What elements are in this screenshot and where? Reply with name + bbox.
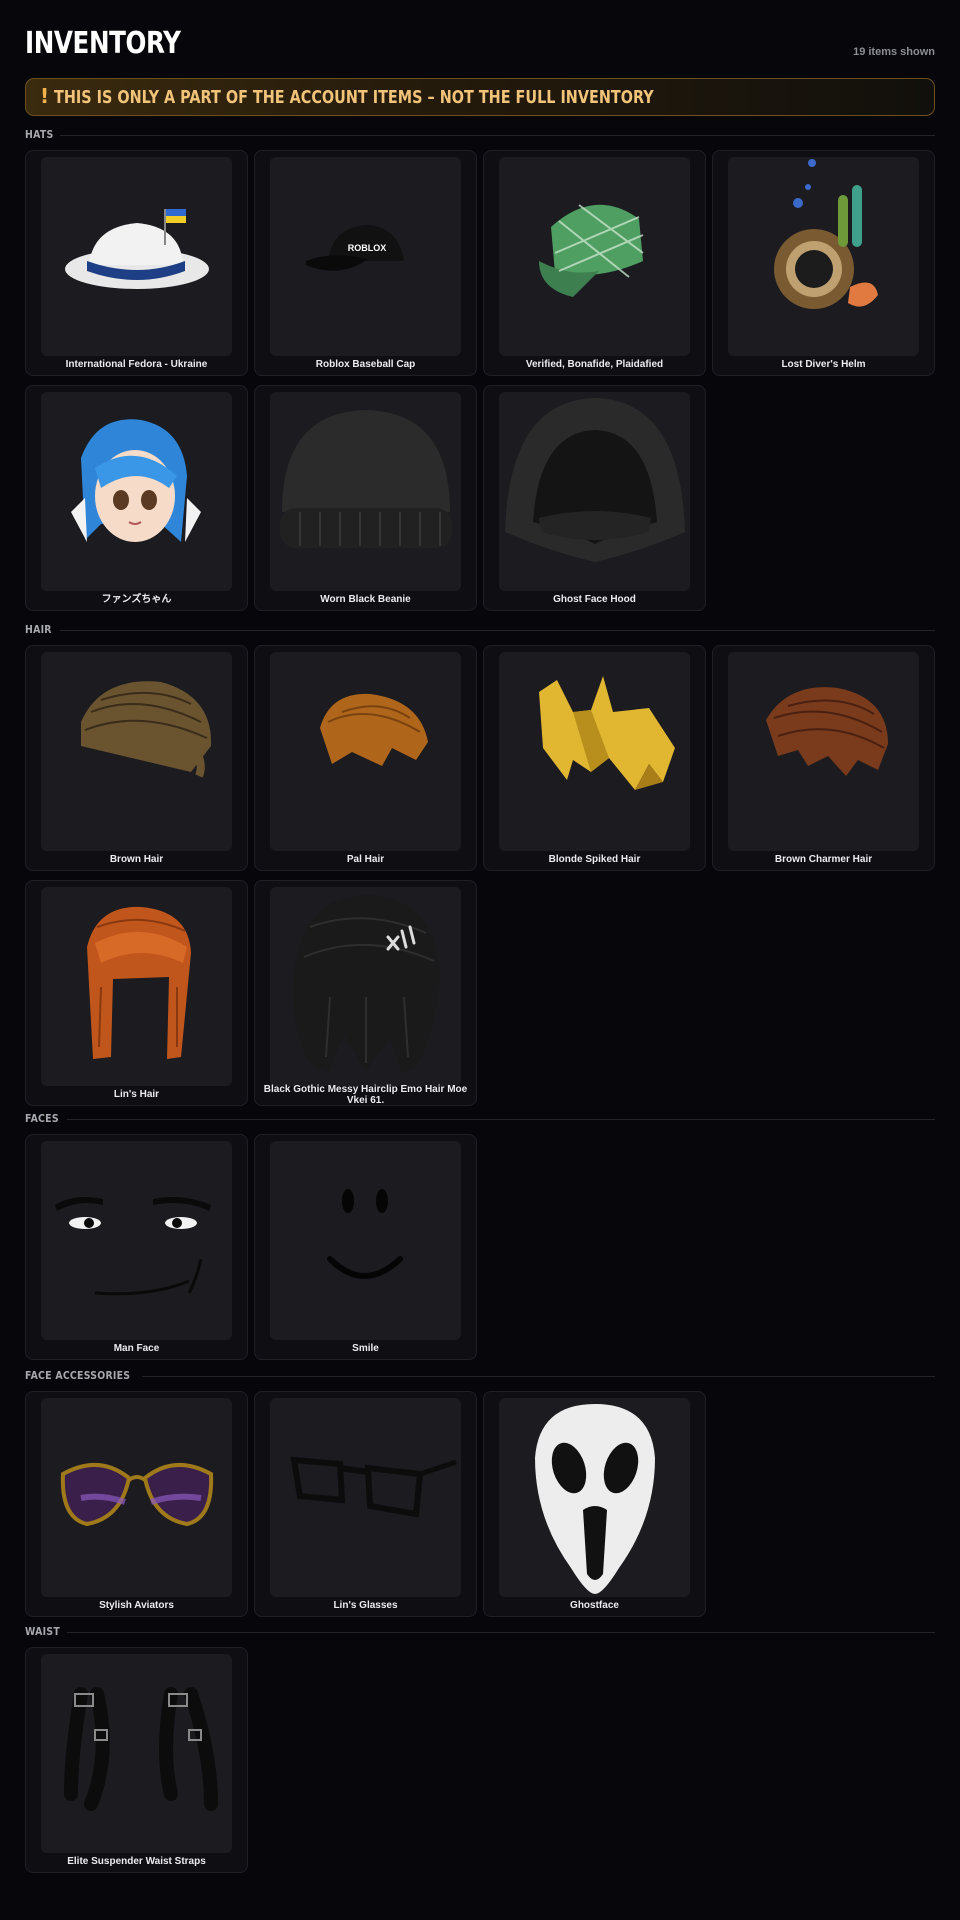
anime-head-icon [71,419,201,542]
section-divider [60,630,935,631]
item-card[interactable]: Brown Charmer Hair [712,645,935,871]
item-card[interactable]: Black Gothic Messy Hairclip Emo Hair Moe… [254,880,477,1106]
item-thumbnail [270,392,461,591]
item-card[interactable]: Stylish Aviators [25,1391,248,1617]
section-label: FACE ACCESSORIES [25,1369,131,1382]
item-name: Roblox Baseball Cap [315,359,416,370]
item-thumbnail [499,1398,690,1597]
item-name: Elite Suspender Waist Straps [67,1856,206,1867]
item-name: Black Gothic Messy Hairclip Emo Hair Moe… [263,1084,468,1106]
item-thumbnail [499,652,690,851]
fedora-ukraine-icon [65,209,209,289]
item-thumbnail [270,652,461,851]
item-card[interactable]: Pal Hair [254,645,477,871]
item-name: Blonde Spiked Hair [548,854,641,865]
item-card[interactable]: Smile [254,1134,477,1360]
item-thumbnail [41,1654,232,1853]
item-thumbnail [499,157,690,356]
item-name: Lin's Hair [113,1089,160,1100]
item-name: International Fedora - Ukraine [65,359,208,370]
item-card[interactable]: ROBLOX Roblox Baseball Cap [254,150,477,376]
section-label: HATS [25,128,54,141]
item-card[interactable]: Worn Black Beanie [254,385,477,611]
item-thumbnail [728,652,919,851]
item-thumbnail [41,652,232,851]
item-name: Ghostface [570,1600,619,1611]
item-name: Smile [352,1343,379,1354]
item-card[interactable]: Man Face [25,1134,248,1360]
warning-text: THIS IS ONLY A PART OF THE ACCOUNT ITEMS… [54,87,654,108]
baseball-cap-icon: ROBLOX [306,225,404,271]
item-thumbnail [499,392,690,591]
section-divider [67,1119,935,1120]
item-thumbnail: ROBLOX [270,157,461,356]
item-name: Man Face [113,1343,160,1354]
hood-icon [505,398,685,562]
glasses-icon [290,1456,457,1518]
item-name: Worn Black Beanie [320,594,411,605]
section-label: FACES [25,1112,59,1125]
section-divider [67,1632,935,1633]
item-card[interactable]: Verified, Bonafide, Plaidafied [483,150,706,376]
item-thumbnail [41,1398,232,1597]
item-name: Verified, Bonafide, Plaidafied [525,359,664,370]
item-name: Stylish Aviators [99,1600,174,1611]
ghostface-mask-icon [535,1404,655,1594]
item-thumbnail [41,887,232,1086]
aviators-icon [60,1462,214,1527]
item-card[interactable]: Ghost Face Hood [483,385,706,611]
item-thumbnail [270,1141,461,1340]
waist-straps-icon [64,1687,218,1811]
svg-text:ROBLOX: ROBLOX [348,243,387,253]
emo-hair-icon [293,895,440,1073]
pal-hair-icon [320,693,428,766]
section-divider [141,1376,935,1377]
section-label: WAIST [25,1625,60,1638]
item-card[interactable]: International Fedora - Ukraine [25,150,248,376]
warning-icon: ! [40,84,50,108]
item-name: ファンズちゃん [101,594,172,605]
spiked-hair-icon [539,676,675,790]
brown-hair-icon [81,681,212,778]
warning-banner: ! THIS IS ONLY A PART OF THE ACCOUNT ITE… [25,78,935,116]
section-divider [60,135,935,136]
item-card[interactable]: Lin's Glasses [254,1391,477,1617]
item-card[interactable]: Ghostface [483,1391,706,1617]
item-thumbnail [270,1398,461,1597]
lins-hair-icon [87,906,191,1059]
item-name: Brown Hair [109,854,164,865]
item-thumbnail [41,157,232,356]
beanie-icon [280,410,452,548]
item-card[interactable]: Blonde Spiked Hair [483,645,706,871]
section-label: HAIR [25,623,52,636]
item-name: Pal Hair [346,854,385,865]
item-name: Lin's Glasses [333,1600,398,1611]
page-title: INVENTORY [25,26,181,61]
item-thumbnail [41,1141,232,1340]
items-count: 19 items shown [853,46,935,58]
item-card[interactable]: Brown Hair [25,645,248,871]
item-thumbnail [728,157,919,356]
item-thumbnail [41,392,232,591]
diver-helm-icon [774,159,878,309]
smile-face-icon [327,1189,403,1279]
item-card[interactable]: Elite Suspender Waist Straps [25,1647,248,1873]
man-face-icon [55,1197,211,1296]
item-thumbnail [270,887,461,1086]
page-header: INVENTORY 19 items shown [25,26,935,62]
item-card[interactable]: ファンズちゃん [25,385,248,611]
item-card[interactable]: Lost Diver's Helm [712,150,935,376]
item-card[interactable]: Lin's Hair [25,880,248,1106]
item-name: Ghost Face Hood [553,594,636,605]
charmer-hair-icon [766,687,888,776]
inventory-page: INVENTORY 19 items shown ! THIS IS ONLY … [0,0,960,1920]
plaid-cap-icon [539,204,644,297]
item-name: Brown Charmer Hair [774,854,873,865]
item-name: Lost Diver's Helm [781,359,866,370]
